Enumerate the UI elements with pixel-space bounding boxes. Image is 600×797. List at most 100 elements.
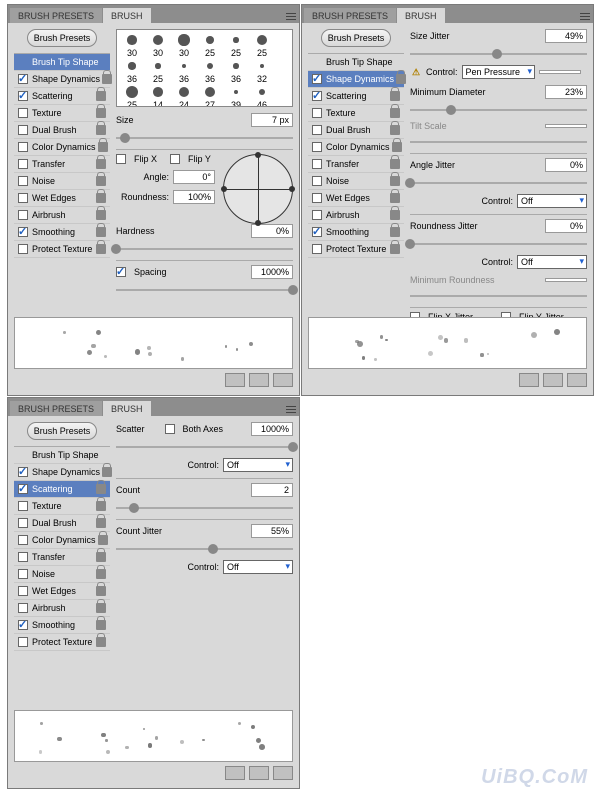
brush-swatch[interactable]: 32 xyxy=(249,58,275,84)
sidebar-item-noise[interactable]: Noise xyxy=(14,173,110,190)
min-diameter-field[interactable]: 23% xyxy=(545,85,587,99)
lock-icon[interactable] xyxy=(96,227,106,237)
brush-presets-button[interactable]: Brush Presets xyxy=(321,29,392,47)
sidebar-item-brush-tip-shape[interactable]: Brush Tip Shape xyxy=(14,54,110,71)
spacing-field[interactable]: 1000% xyxy=(251,265,293,279)
sidebar-item-protect-texture[interactable]: Protect Texture xyxy=(14,634,110,651)
lock-icon[interactable] xyxy=(96,552,106,562)
min-diameter-slider[interactable] xyxy=(410,105,587,115)
control-dropdown[interactable]: Off xyxy=(223,458,293,472)
lock-icon[interactable] xyxy=(96,125,106,135)
lock-icon[interactable] xyxy=(96,518,106,528)
flipy-checkbox[interactable] xyxy=(170,154,180,164)
lock-icon[interactable] xyxy=(392,142,402,152)
brush-swatch[interactable]: 36 xyxy=(119,58,145,84)
sidebar-item-scattering[interactable]: Scattering xyxy=(14,88,110,105)
lock-icon[interactable] xyxy=(96,637,106,647)
sidebar-checkbox[interactable] xyxy=(18,620,28,630)
lock-icon[interactable] xyxy=(102,467,112,477)
lock-icon[interactable] xyxy=(96,501,106,511)
sidebar-item-transfer[interactable]: Transfer xyxy=(14,156,110,173)
sidebar-checkbox[interactable] xyxy=(18,569,28,579)
sidebar-checkbox[interactable] xyxy=(18,159,28,169)
sidebar-item-scattering[interactable]: Scattering xyxy=(14,481,110,498)
sidebar-checkbox[interactable] xyxy=(18,193,28,203)
tab-brush-presets[interactable]: BRUSH PRESETS xyxy=(304,8,396,23)
sidebar-item-noise[interactable]: Noise xyxy=(308,173,404,190)
sidebar-checkbox[interactable] xyxy=(18,244,28,254)
sidebar-item-smoothing[interactable]: Smoothing xyxy=(14,617,110,634)
sidebar-checkbox[interactable] xyxy=(18,535,28,545)
lock-icon[interactable] xyxy=(96,569,106,579)
roundness-jitter-field[interactable]: 0% xyxy=(545,219,587,233)
brush-swatch[interactable]: 36 xyxy=(223,58,249,84)
sidebar-item-dual-brush[interactable]: Dual Brush xyxy=(14,122,110,139)
brush-swatch[interactable]: 27 xyxy=(197,84,223,107)
sidebar-item-scattering[interactable]: Scattering xyxy=(308,88,404,105)
brush-swatch[interactable]: 25 xyxy=(223,32,249,58)
lock-icon[interactable] xyxy=(98,142,108,152)
count-jitter-field[interactable]: 55% xyxy=(251,524,293,538)
sidebar-item-color-dynamics[interactable]: Color Dynamics xyxy=(308,139,404,156)
lock-icon[interactable] xyxy=(96,193,106,203)
brush-swatch[interactable]: 30 xyxy=(119,32,145,58)
lock-icon[interactable] xyxy=(396,74,406,84)
new-brush-button[interactable] xyxy=(249,766,269,780)
sidebar-item-texture[interactable]: Texture xyxy=(14,105,110,122)
sidebar-item-color-dynamics[interactable]: Color Dynamics xyxy=(14,532,110,549)
lock-icon[interactable] xyxy=(102,74,112,84)
lock-icon[interactable] xyxy=(390,176,400,186)
sidebar-checkbox[interactable] xyxy=(18,586,28,596)
angle-field[interactable]: 0° xyxy=(173,170,215,184)
delete-button[interactable] xyxy=(273,766,293,780)
sidebar-checkbox[interactable] xyxy=(312,159,322,169)
brush-presets-button[interactable]: Brush Presets xyxy=(27,422,98,440)
count-slider[interactable] xyxy=(116,503,293,513)
sidebar-item-airbrush[interactable]: Airbrush xyxy=(14,207,110,224)
sidebar-item-texture[interactable]: Texture xyxy=(14,498,110,515)
sidebar-checkbox[interactable] xyxy=(18,603,28,613)
sidebar-item-brush-tip-shape[interactable]: Brush Tip Shape xyxy=(308,54,404,71)
both-axes-checkbox[interactable] xyxy=(165,424,175,434)
count-field[interactable]: 2 xyxy=(251,483,293,497)
sidebar-item-noise[interactable]: Noise xyxy=(14,566,110,583)
sidebar-checkbox[interactable] xyxy=(312,193,322,203)
sidebar-item-smoothing[interactable]: Smoothing xyxy=(308,224,404,241)
preview-toggle-button[interactable] xyxy=(519,373,539,387)
brush-swatch[interactable]: 36 xyxy=(171,58,197,84)
brush-swatch[interactable]: 30 xyxy=(145,32,171,58)
sidebar-checkbox[interactable] xyxy=(18,484,28,494)
roundness-jitter-slider[interactable] xyxy=(410,239,587,249)
sidebar-checkbox[interactable] xyxy=(312,125,322,135)
lock-icon[interactable] xyxy=(96,91,106,101)
sidebar-item-transfer[interactable]: Transfer xyxy=(14,549,110,566)
angle-jitter-slider[interactable] xyxy=(410,178,587,188)
brush-swatch[interactable]: 25 xyxy=(249,32,275,58)
sidebar-item-wet-edges[interactable]: Wet Edges xyxy=(308,190,404,207)
brush-swatch[interactable]: 36 xyxy=(197,58,223,84)
panel-menu-icon[interactable] xyxy=(283,9,299,23)
sidebar-item-texture[interactable]: Texture xyxy=(308,105,404,122)
sidebar-item-protect-texture[interactable]: Protect Texture xyxy=(308,241,404,258)
sidebar-checkbox[interactable] xyxy=(312,142,322,152)
panel-menu-icon[interactable] xyxy=(577,9,593,23)
sidebar-item-airbrush[interactable]: Airbrush xyxy=(14,600,110,617)
brush-swatch[interactable]: 24 xyxy=(171,84,197,107)
sidebar-item-protect-texture[interactable]: Protect Texture xyxy=(14,241,110,258)
sidebar-item-shape-dynamics[interactable]: Shape Dynamics xyxy=(14,464,110,481)
sidebar-checkbox[interactable] xyxy=(18,467,28,477)
lock-icon[interactable] xyxy=(96,620,106,630)
spacing-slider[interactable] xyxy=(116,285,293,295)
spacing-checkbox[interactable] xyxy=(116,267,126,277)
sidebar-item-transfer[interactable]: Transfer xyxy=(308,156,404,173)
control-dropdown[interactable]: Pen Pressure xyxy=(462,65,536,79)
sidebar-checkbox[interactable] xyxy=(312,227,322,237)
tab-brush[interactable]: BRUSH xyxy=(103,8,151,23)
lock-icon[interactable] xyxy=(390,210,400,220)
angle-jitter-field[interactable]: 0% xyxy=(545,158,587,172)
panel-menu-icon[interactable] xyxy=(283,402,299,416)
size-jitter-field[interactable]: 49% xyxy=(545,29,587,43)
scatter-field[interactable]: 1000% xyxy=(251,422,293,436)
sidebar-checkbox[interactable] xyxy=(18,637,28,647)
sidebar-item-shape-dynamics[interactable]: Shape Dynamics xyxy=(14,71,110,88)
